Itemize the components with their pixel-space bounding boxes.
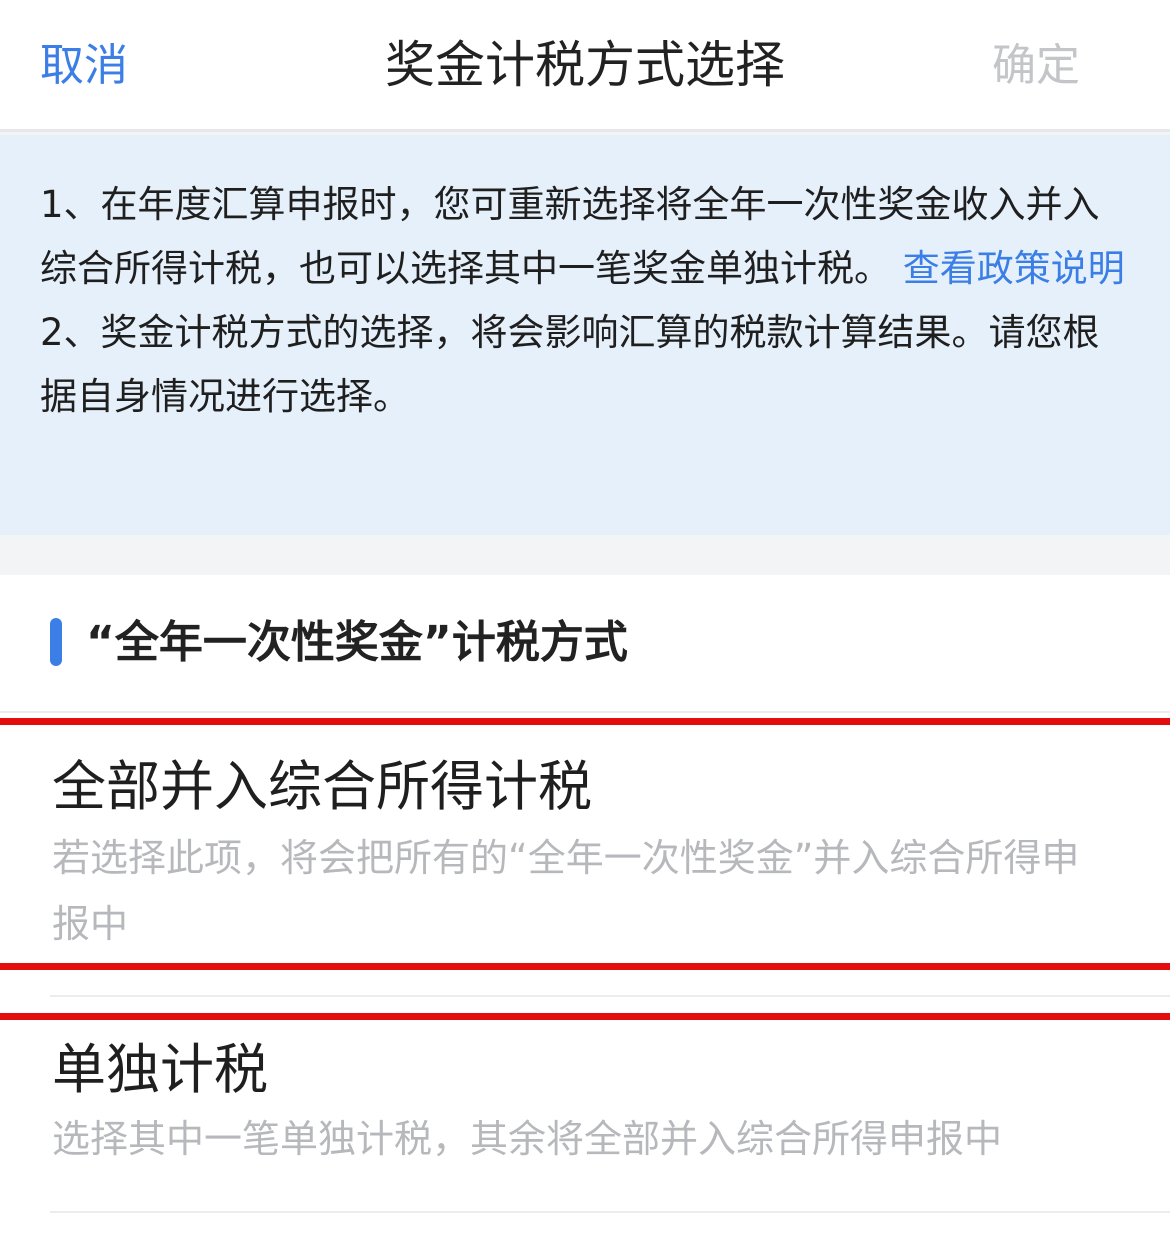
notice-item-1: 1、在年度汇算申报时，您可重新选择将全年一次性奖金收入并入综合所得计税，也可以选… bbox=[40, 173, 1130, 301]
section-header: “全年一次性奖金”计税方式 bbox=[0, 575, 1170, 713]
section-accent-bar bbox=[50, 618, 62, 666]
option-merge-all[interactable]: 全部并入综合所得计税 若选择此项，将会把所有的“全年一次性奖金”并入综合所得申报… bbox=[0, 725, 1170, 963]
notice-panel: 1、在年度汇算申报时，您可重新选择将全年一次性奖金收入并入综合所得计税，也可以选… bbox=[0, 135, 1170, 535]
divider bbox=[50, 1211, 1170, 1213]
option-description: 选择其中一笔单独计税，其余将全部并入综合所得申报中 bbox=[52, 1117, 1003, 1161]
option-description: 若选择此项，将会把所有的“全年一次性奖金”并入综合所得申报中 bbox=[52, 836, 1080, 946]
highlight-line bbox=[0, 963, 1170, 970]
option-separate[interactable]: 单独计税 选择其中一笔单独计税，其余将全部并入综合所得申报中 bbox=[0, 1020, 1170, 1210]
confirm-button[interactable]: 确定 bbox=[992, 36, 1080, 96]
nav-bar: 取消 奖金计税方式选择 确定 bbox=[0, 0, 1170, 132]
highlight-line bbox=[0, 718, 1170, 725]
policy-link[interactable]: 查看政策说明 bbox=[903, 247, 1125, 290]
notice-item-2: 2、奖金计税方式的选择，将会影响汇算的税款计算结果。请您根据自身情况进行选择。 bbox=[40, 311, 1100, 418]
highlight-line bbox=[0, 1013, 1170, 1020]
tax-method-section: “全年一次性奖金”计税方式 全部并入综合所得计税 若选择此项，将会把所有的“全年… bbox=[0, 575, 1170, 1235]
section-title: “全年一次性奖金”计税方式 bbox=[86, 617, 628, 668]
divider bbox=[50, 995, 1170, 997]
option-title: 全部并入综合所得计税 bbox=[52, 755, 592, 818]
option-title: 单独计税 bbox=[52, 1038, 268, 1101]
